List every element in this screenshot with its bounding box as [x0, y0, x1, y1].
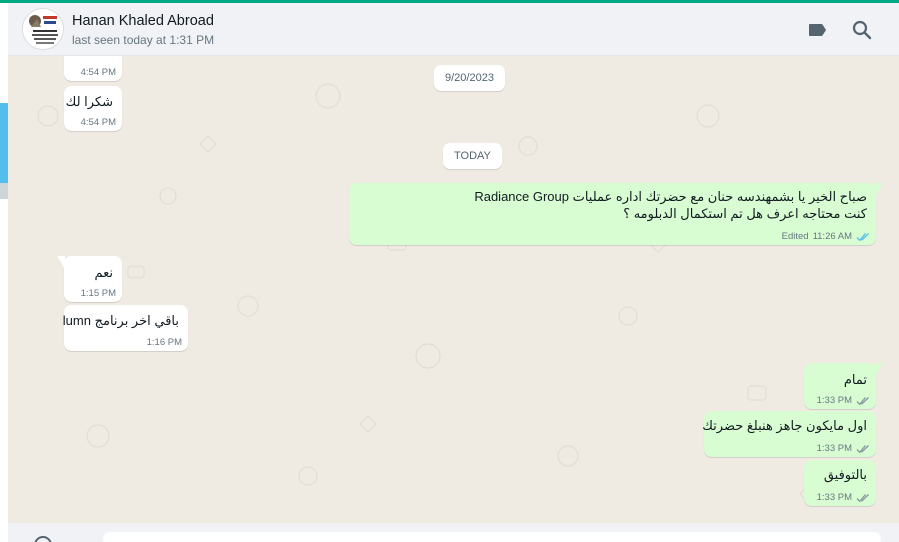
message-time: 1:16 PM: [146, 337, 182, 348]
message-bubble-incoming[interactable]: 4:54 PM: [64, 56, 122, 81]
message-time: 1:15 PM: [80, 288, 116, 299]
message-text-line: صباح الخير يا بشمهندسه حنان مع حضرتك ادا…: [474, 189, 867, 204]
message-bubble-outgoing[interactable]: صباح الخير يا بشمهندسه حنان مع حضرتك ادا…: [349, 183, 883, 245]
selected-chat-indicator: [0, 103, 8, 183]
read-double-check-icon: [856, 493, 869, 502]
bubble-tail: [875, 363, 883, 376]
message-time: 11:26 AM: [812, 231, 852, 242]
message-time: 1:33 PM: [816, 492, 852, 503]
message-time: 4:54 PM: [80, 67, 116, 78]
message-meta: 4:54 PM: [81, 117, 116, 128]
message-text: اول مايكون جاهز هنبلغ حضرتك: [702, 418, 867, 433]
message-meta: 1:33 PM: [817, 443, 870, 454]
chat-list-scroll-mark: [0, 183, 8, 199]
message-text: باقي اخر برنامج lumn: [62, 313, 179, 328]
date-separator: 9/20/2023: [434, 65, 505, 91]
avatar-logo-image: [23, 9, 63, 49]
search-icon[interactable]: [851, 19, 873, 41]
emoji-icon[interactable]: [34, 536, 52, 542]
message-meta: 1:33 PM: [817, 395, 870, 406]
message-meta: 1:33 PM: [817, 492, 870, 503]
message-text: شكرا لك: [65, 94, 113, 109]
contact-name[interactable]: Hanan Khaled Abroad: [72, 13, 214, 29]
edited-label: Edited: [781, 231, 809, 242]
message-bubble-incoming[interactable]: نعم 1:15 PM: [57, 256, 122, 302]
chat-header[interactable]: Hanan Khaled Abroad last seen today at 1…: [8, 3, 899, 56]
label-icon[interactable]: [806, 19, 828, 41]
message-text: بالتوفيق: [823, 467, 867, 482]
read-double-check-icon: [856, 396, 869, 405]
bubble-tail: [57, 256, 65, 269]
message-text-line: كنت محتاجه اعرف هل تم استكمال الدبلومه ؟: [623, 206, 867, 221]
contact-avatar[interactable]: [22, 8, 64, 50]
chat-list-edge: [0, 3, 8, 542]
message-time: 1:33 PM: [816, 443, 852, 454]
message-input[interactable]: [103, 532, 881, 542]
last-seen-status: last seen today at 1:31 PM: [72, 33, 215, 47]
message-meta: 1:15 PM: [81, 288, 116, 299]
read-double-check-icon: [856, 444, 869, 453]
message-list[interactable]: 9/20/2023 TODAY 4:54 PM شكرا لك 4:54 PM …: [8, 56, 899, 523]
message-time: 1:33 PM: [816, 395, 852, 406]
message-time: 4:54 PM: [80, 117, 116, 128]
message-bubble-outgoing[interactable]: بالتوفيق 1:33 PM: [804, 460, 876, 506]
message-meta: 4:54 PM: [81, 67, 116, 78]
message-meta: Edited 11:26 AM: [782, 231, 870, 242]
message-meta: 1:16 PM: [147, 337, 182, 348]
message-bubble-incoming[interactable]: شكرا لك 4:54 PM: [64, 86, 122, 131]
date-separator-today: TODAY: [443, 143, 502, 169]
message-bubble-incoming[interactable]: باقي اخر برنامج lumn 1:16 PM: [62, 305, 188, 351]
message-text: نعم: [94, 265, 113, 280]
message-text: صباح الخير يا بشمهندسه حنان مع حضرتك ادا…: [474, 188, 867, 222]
message-composer-bar: [8, 523, 899, 542]
bubble-tail: [875, 183, 883, 196]
message-text: تمام: [843, 372, 867, 387]
message-bubble-outgoing[interactable]: تمام 1:33 PM: [804, 363, 883, 409]
read-double-check-icon: [856, 232, 869, 241]
message-bubble-outgoing[interactable]: اول مايكون جاهز هنبلغ حضرتك 1:33 PM: [702, 411, 876, 457]
